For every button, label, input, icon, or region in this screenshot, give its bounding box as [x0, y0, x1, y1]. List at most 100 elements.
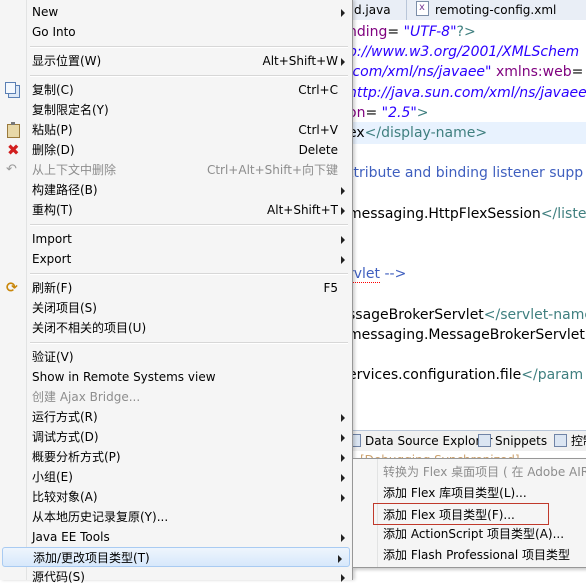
code-token: .com/xml/ns/javaee" — [348, 64, 492, 81]
menu-item-export[interactable]: Export — [0, 249, 352, 269]
menu-item-show-in[interactable]: 显示位置(W) Alt+Shift+W — [0, 51, 352, 71]
menu-item-copy[interactable]: 复制(C) Ctrl+C — [0, 80, 352, 100]
code-line: http://java.sun.com/xml/ns/javaee — [348, 82, 586, 104]
menu-item-label: New — [32, 5, 59, 19]
menu-item-shortcut: Alt+Shift+W — [262, 54, 339, 68]
menu-item-copy-qualified[interactable]: 复制限定名(Y) — [0, 100, 352, 120]
submenu-arrow-icon — [341, 256, 345, 264]
menu-item-build-path[interactable]: 构建路径(B) — [0, 180, 352, 200]
menu-item-delete[interactable]: ✖ 删除(D) Delete — [0, 140, 352, 160]
refresh-icon: ⟳ — [6, 280, 18, 296]
submenu-arrow-icon — [341, 414, 345, 422]
menu-item-source[interactable]: 源代码(S) — [0, 567, 352, 587]
code-line: messaging.HttpFlexSession</liste — [348, 203, 586, 225]
menu-item-shortcut: F5 — [323, 281, 338, 295]
code-token: http://java.sun.com/xml/ns/javaee — [348, 84, 586, 101]
code-line: ttribute and binding listener supp — [348, 162, 583, 184]
code-line: .com/xml/ns/javaee" xmlns:web= — [348, 61, 583, 83]
menu-item-paste[interactable]: 粘贴(P) Ctrl+V — [0, 120, 352, 140]
menu-item-label: 创建 Ajax Bridge... — [32, 390, 141, 404]
tab-console[interactable]: 控制 — [554, 431, 586, 451]
code-token: messaging.MessageBrokerServlet — [348, 327, 585, 343]
code-token: ssageBrokerServlet — [348, 306, 484, 323]
menu-item-shortcut: Ctrl+V — [298, 123, 338, 137]
code-token: ?> — [456, 24, 476, 40]
bottom-tab-label: Data Source Explorer — [365, 434, 493, 448]
menu-item-label: Import — [32, 232, 72, 246]
menu-item-remove-from-context[interactable]: ↶ 从上下文中删除 Ctrl+Alt+Shift+向下键 — [0, 160, 352, 180]
menu-item-refactor[interactable]: 重构(T) Alt+Shift+T — [0, 200, 352, 220]
menu-item-label: 显示位置(W) — [32, 54, 102, 68]
menu-item-compare-with[interactable]: 比较对象(A) — [0, 487, 352, 507]
menu-separator — [30, 342, 348, 344]
code-token: messaging.HttpFlexSession — [348, 205, 541, 222]
menu-item-show-remote[interactable]: Show in Remote Systems view — [0, 367, 352, 387]
tab-divider — [406, 0, 407, 20]
delete-icon: ✖ — [7, 141, 20, 159]
menu-separator — [30, 75, 348, 77]
submenu-arrow-icon — [341, 494, 345, 502]
menu-item-add-change-project-type[interactable]: 添加/更改项目类型(T) — [2, 547, 350, 567]
submenu-arrow-icon — [341, 534, 345, 542]
menu-item-close-unrelated[interactable]: 关闭不相关的项目(U) — [0, 318, 352, 338]
menu-separator — [30, 273, 348, 275]
menu-item-restore-local-history[interactable]: 从本地历史记录复原(Y)... — [0, 507, 352, 527]
submenu-item-add-flash-professional-type[interactable]: 添加 Flash Professional 项目类型 — [353, 544, 586, 566]
submenu-item-add-actionscript-project-type[interactable]: 添加 ActionScript 项目类型(A)... — [353, 523, 586, 545]
menu-item-close-project[interactable]: 关闭项目(S) — [0, 298, 352, 318]
bottom-tab-label: Snippets — [495, 434, 548, 448]
code-line: p://www.w3.org/2001/XMLSchem — [348, 41, 579, 63]
code-editor[interactable]: nding= "UTF-8"?> p://www.w3.org/2001/XMLS… — [348, 20, 586, 400]
menu-item-label: 比较对象(A) — [32, 490, 98, 504]
submenu-arrow-icon — [341, 236, 345, 244]
menu-item-label: Export — [32, 252, 72, 266]
submenu-item-add-flex-project-type[interactable]: 添加 Flex 项目类型(F)... — [373, 502, 549, 525]
code-token: xmlns:web — [495, 64, 572, 81]
menu-item-label: 粘贴(P) — [32, 123, 73, 137]
code-line: on= "2.5"> — [348, 102, 429, 124]
menu-item-team[interactable]: 小组(E) — [0, 467, 352, 487]
tab-data-source-explorer[interactable]: Data Source Explorer — [348, 431, 492, 451]
menu-item-new[interactable]: New — [0, 2, 352, 22]
menu-item-validate[interactable]: 验证(V) — [0, 347, 352, 367]
menu-item-debug-as[interactable]: 调试方式(D) — [0, 427, 352, 447]
xml-file-icon — [416, 0, 429, 18]
submenu-arrow-icon — [341, 9, 345, 17]
menu-item-shortcut: Ctrl+Alt+Shift+向下键 — [206, 163, 338, 177]
menu-item-shortcut: Ctrl+C — [298, 83, 338, 97]
code-token: = — [365, 104, 382, 121]
submenu-item-label: 添加 Flex 库项目类型(L)... — [383, 485, 527, 500]
submenu-arrow-icon — [341, 434, 345, 442]
menu-item-profile-as[interactable]: 概要分析方式(P) — [0, 447, 352, 467]
editor-tab-remoting-config[interactable]: remoting-config.xml — [416, 0, 556, 20]
editor-tab-java[interactable]: d.java — [354, 0, 391, 20]
submenu-item-convert-to-flex-desktop[interactable]: 转换为 Flex 桌面项目 ( 在 Adobe AIR 中 — [353, 461, 586, 483]
menu-item-java-ee-tools[interactable]: Java EE Tools — [0, 527, 352, 547]
submenu-item-label: 转换为 Flex 桌面项目 ( 在 Adobe AIR 中 — [383, 465, 586, 479]
menu-item-refresh[interactable]: ⟳ 刷新(F) F5 — [0, 278, 352, 298]
submenu-arrow-icon — [338, 555, 342, 563]
menu-item-label: 复制限定名(Y) — [32, 103, 109, 117]
submenu-item-label: 添加 Flash Professional 项目类型 — [383, 548, 571, 563]
code-token: > — [416, 104, 429, 121]
submenu-arrow-icon — [341, 574, 345, 582]
code-token: --> — [380, 266, 407, 283]
submenu-item-label: 添加 Flex 项目类型(F)... — [383, 507, 515, 522]
menu-item-label: 运行方式(R) — [32, 410, 98, 424]
menu-item-run-as[interactable]: 运行方式(R) — [0, 407, 352, 427]
menu-item-go-into[interactable]: Go Into — [0, 22, 352, 42]
code-line: ssageBrokerServlet</servlet-name — [348, 304, 586, 326]
menu-item-label: 从上下文中删除 — [32, 163, 117, 177]
tab-snippets[interactable]: Snippets — [478, 431, 547, 451]
copy-icon — [5, 82, 20, 98]
code-token: nding — [348, 24, 388, 40]
menu-item-label: 刷新(F) — [32, 281, 73, 295]
code-token: "2.5" — [381, 104, 417, 121]
menu-item-label: 验证(V) — [32, 350, 74, 364]
submenu-arrow-icon — [341, 187, 345, 195]
menu-item-create-ajax-bridge[interactable]: 创建 Ajax Bridge... — [0, 387, 352, 407]
code-token: "UTF-8" — [403, 24, 457, 40]
submenu-item-add-flex-library-type[interactable]: 添加 Flex 库项目类型(L)... — [353, 482, 586, 504]
menu-item-import[interactable]: Import — [0, 229, 352, 249]
code-token: = — [387, 24, 404, 40]
